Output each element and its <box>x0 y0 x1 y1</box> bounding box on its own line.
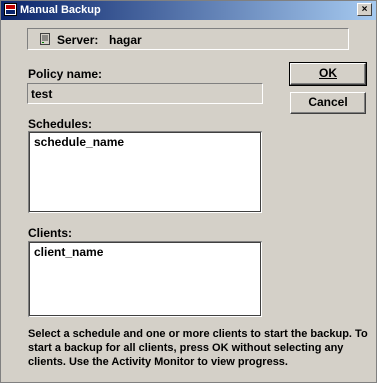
client-name-header[interactable]: client_name <box>34 245 103 259</box>
server-value: hagar <box>109 33 142 47</box>
close-button[interactable]: × <box>357 3 372 16</box>
title-bar[interactable]: Manual Backup × <box>1 1 376 20</box>
server-label: Server: <box>57 33 99 47</box>
server-panel: Server: hagar <box>27 28 349 50</box>
help-text: Select a schedule and one or more client… <box>28 328 368 368</box>
app-icon <box>4 3 17 16</box>
clients-label: Clients: <box>28 226 73 240</box>
schedules-list[interactable]: schedule_name <box>28 131 262 213</box>
ok-button[interactable]: OK <box>289 62 367 86</box>
cancel-button[interactable]: Cancel <box>290 92 366 114</box>
clients-list[interactable]: client_name <box>28 241 262 317</box>
server-icon <box>40 33 50 45</box>
window-title: Manual Backup <box>20 4 101 16</box>
schedule-name-header[interactable]: schedule_name <box>34 135 124 149</box>
ok-button-label: OK <box>319 66 337 80</box>
policy-name-label: Policy name: <box>28 67 103 81</box>
policy-name-value: test <box>31 87 53 101</box>
policy-name-field: test <box>27 83 263 104</box>
cancel-button-label: Cancel <box>308 95 348 109</box>
manual-backup-dialog: Manual Backup × Server: hagar Policy nam… <box>0 0 377 383</box>
close-icon: × <box>361 4 368 15</box>
schedules-label: Schedules: <box>28 117 93 131</box>
